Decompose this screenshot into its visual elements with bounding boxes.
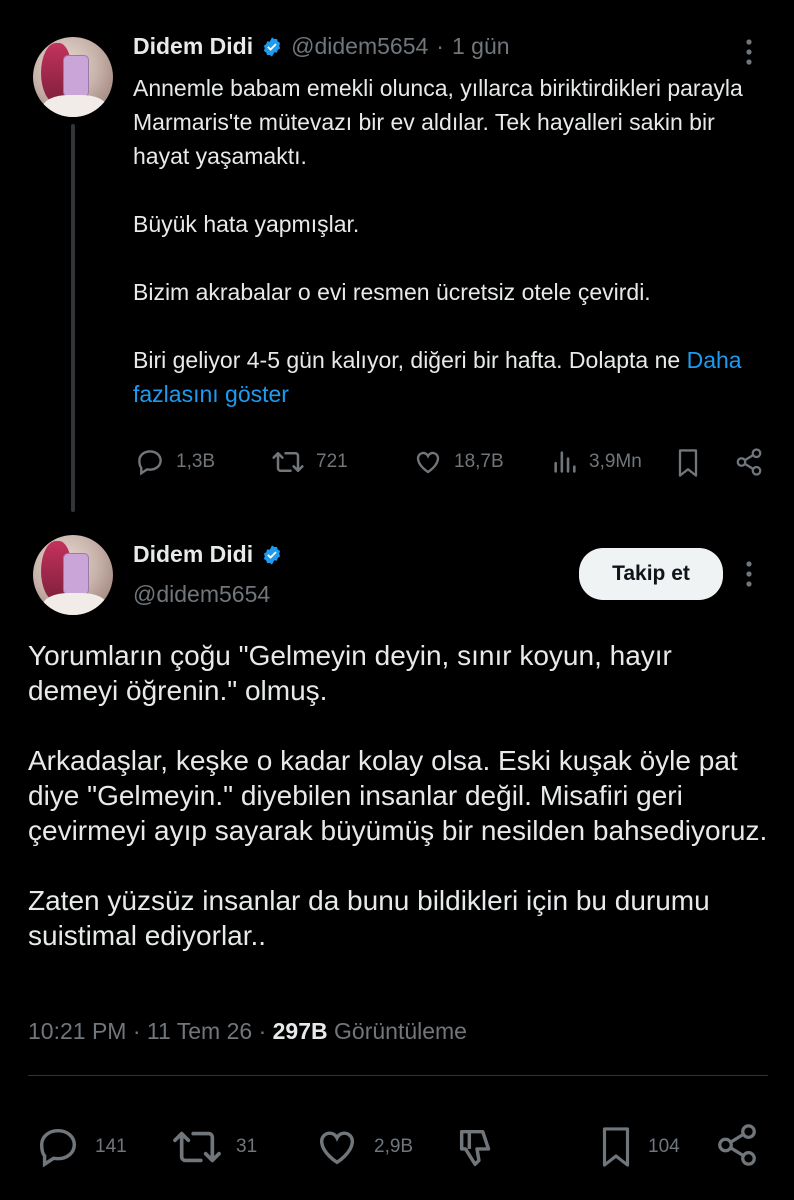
views-count: 3,9Mn [589, 451, 642, 472]
retweet-count: 721 [316, 451, 348, 472]
retweet-icon [272, 452, 304, 472]
tweet-paragraph: Arkadaşlar, keşke o kadar kolay olsa. Es… [28, 745, 768, 846]
tweet-paragraph: Biri geliyor 4-5 gün kalıyor, diğeri bir… [133, 347, 681, 373]
author-name[interactable]: Didem Didi [133, 541, 253, 568]
tweet-paragraph: Yorumların çoğu "Gelmeyin deyin, sınır k… [28, 640, 672, 706]
heart-icon [416, 451, 440, 474]
views-label: Görüntüleme [334, 1018, 467, 1044]
tweet-meta: 10:21 PM · 11 Tem 26 · 297B Görüntüleme [28, 1018, 467, 1045]
thumbs-down-icon [459, 1129, 491, 1166]
bookmark-count: 104 [648, 1136, 680, 1157]
more-options-icon[interactable] [740, 38, 758, 71]
tweet-text: Annemle babam emekli olunca, yıllarca bi… [133, 71, 773, 411]
author-handle[interactable]: @didem5654 [291, 33, 428, 60]
like-button[interactable]: 2,9B [312, 1124, 413, 1170]
reply-button[interactable]: 141 [33, 1124, 127, 1170]
reply-icon [138, 450, 162, 476]
tweet-date[interactable]: 11 Tem 26 [147, 1018, 252, 1044]
bookmark-icon [602, 1127, 630, 1167]
tweet-paragraph: Zaten yüzsüz insanlar da bunu bildikleri… [28, 885, 710, 951]
avatar[interactable] [33, 37, 113, 117]
tweet-time[interactable]: 1 gün [452, 33, 510, 60]
bookmark-icon [678, 449, 698, 477]
views-count: 297B [272, 1018, 328, 1044]
author-name[interactable]: Didem Didi [133, 33, 253, 60]
separator-dot: · [436, 33, 444, 59]
like-count: 2,9B [374, 1136, 414, 1157]
share-button[interactable] [734, 447, 764, 482]
tweet-paragraph: Büyük hata yapmışlar. [133, 211, 360, 237]
like-count: 18,7B [454, 451, 504, 472]
author-handle[interactable]: @didem5654 [133, 581, 270, 608]
divider [28, 1075, 768, 1076]
tweet-header: Didem Didi @didem5654 · 1 gün [133, 33, 510, 60]
reply-count: 1,3B [176, 451, 216, 472]
follow-button[interactable]: Takip et [579, 548, 723, 600]
thread-connector [71, 124, 75, 512]
author-row: Didem Didi [133, 541, 283, 568]
bookmark-button[interactable] [674, 447, 702, 484]
verified-badge-icon [264, 544, 281, 565]
share-icon [736, 448, 762, 476]
reply-icon [39, 1128, 77, 1168]
more-options-icon[interactable] [740, 560, 758, 593]
share-icon [718, 1124, 756, 1166]
downvote-button[interactable] [452, 1124, 502, 1175]
retweet-button[interactable]: 31 [170, 1124, 257, 1170]
tweet-time[interactable]: 10:21 PM [28, 1018, 126, 1044]
views-button[interactable]: 3,9Mn [551, 447, 642, 477]
tweet-paragraph: Bizim akrabalar o evi resmen ücretsiz ot… [133, 279, 651, 305]
like-button[interactable]: 18,7B [412, 447, 504, 477]
retweet-button[interactable]: 721 [270, 447, 348, 477]
tweet-text: Yorumların çoğu "Gelmeyin deyin, sınır k… [28, 638, 768, 953]
tweet-paragraph: Annemle babam emekli olunca, yıllarca bi… [133, 75, 743, 169]
views-chart-icon [554, 451, 576, 473]
reply-button[interactable]: 1,3B [134, 447, 215, 477]
share-button[interactable] [714, 1122, 760, 1173]
verified-badge-icon [264, 36, 281, 57]
heart-icon [319, 1131, 355, 1165]
retweet-count: 31 [236, 1136, 258, 1157]
separator-dot: · [132, 1018, 141, 1044]
reply-count: 141 [95, 1136, 127, 1157]
separator-dot: · [258, 1018, 267, 1044]
avatar[interactable] [33, 535, 113, 615]
bookmark-button[interactable]: 104 [596, 1124, 680, 1170]
retweet-icon [173, 1131, 221, 1163]
